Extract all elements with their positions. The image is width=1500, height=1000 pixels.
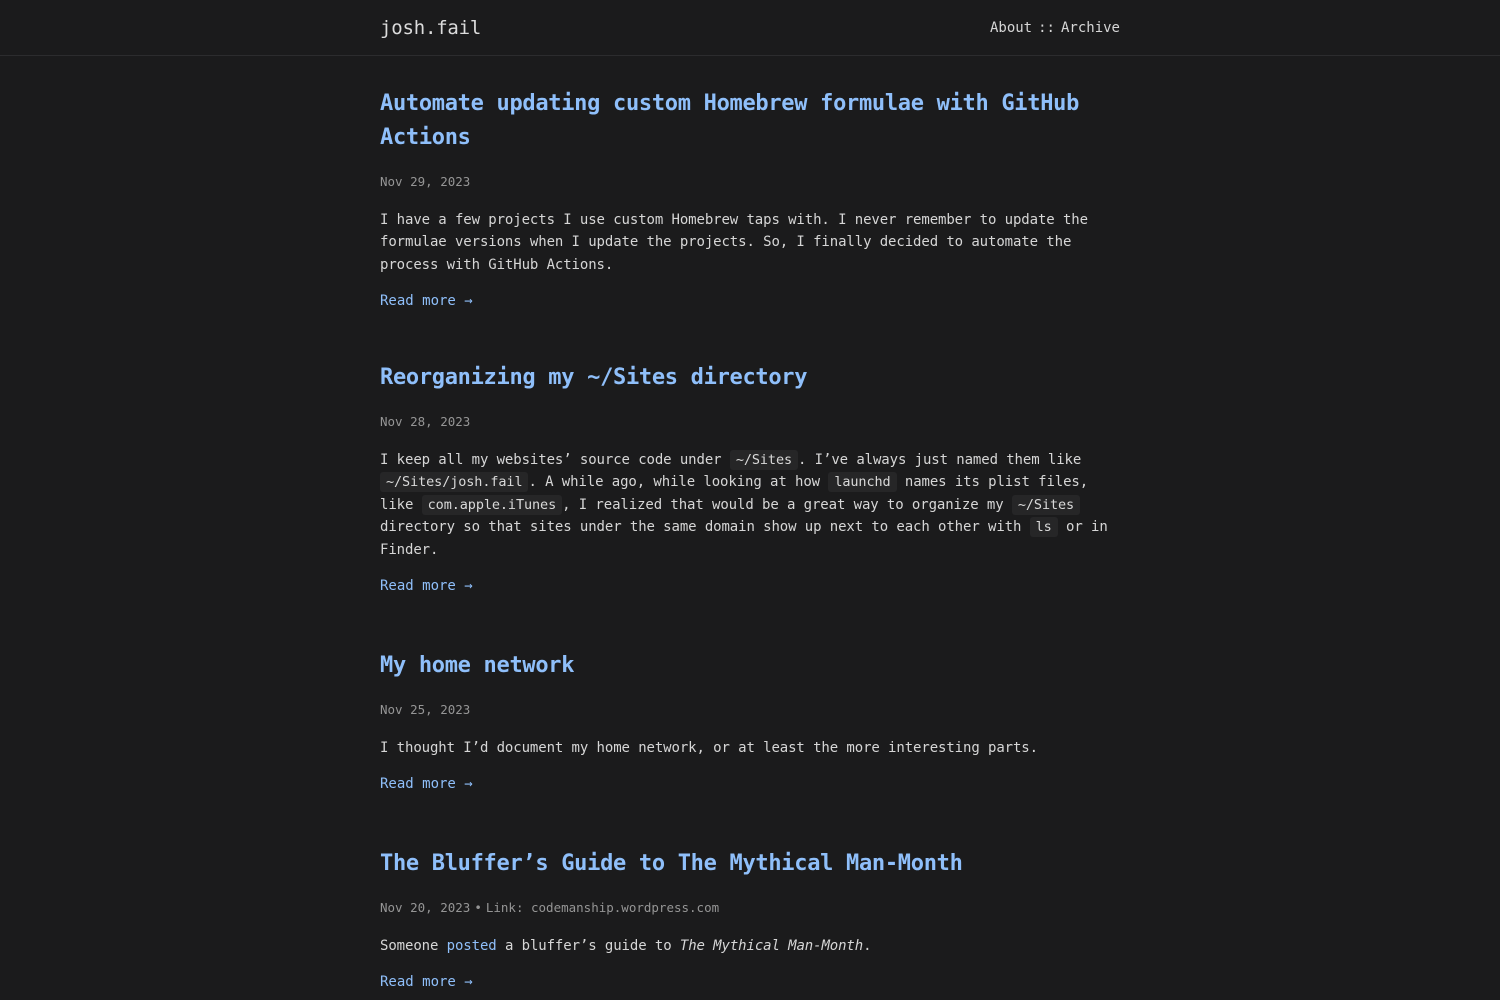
nav-about-link[interactable]: About [990,20,1032,36]
read-more-link[interactable]: Read more → [380,293,473,309]
inline-code: ~/Sites [1011,494,1081,515]
header-inner: josh.fail About:: Archive [380,0,1120,56]
post-title-link[interactable]: My home network [380,653,574,678]
nav-archive-link[interactable]: Archive [1061,20,1120,36]
post-list: Automate updating custom Homebrew formul… [380,56,1120,1000]
post-title-link[interactable]: Automate updating custom Homebrew formul… [380,91,1079,150]
post-meta: Nov 28, 2023 [380,414,1120,430]
post-title-link[interactable]: Reorganizing my ~/Sites directory [380,365,808,390]
nav-separator: :: [1038,20,1055,36]
read-more-link[interactable]: Read more → [380,578,473,594]
post-excerpt: I have a few projects I use custom Homeb… [380,212,1088,273]
inline-code: launchd [828,472,897,493]
post-date: Nov 29, 2023 [380,174,471,189]
excerpt-text: directory so that sites under the same d… [380,519,1030,536]
excerpt-text: Someone [380,938,447,954]
excerpt-text: . [863,938,872,954]
site-header: josh.fail About:: Archive [0,0,1500,56]
post-item: Automate updating custom Homebrew formul… [380,87,1120,361]
external-link[interactable]: Link: codemanship.wordpress.com [486,900,719,915]
post-title: The Bluffer’s Guide to The Mythical Man-… [380,847,1120,881]
inline-code: ~/Sites/josh.fail [380,472,529,493]
post-item: The Bluffer’s Guide to The Mythical Man-… [380,847,1120,1000]
post-date: Nov 28, 2023 [380,414,471,429]
excerpt-text: a bluffer’s guide to [496,938,680,954]
post-excerpt: I keep all my websites’ source code unde… [380,449,1120,561]
main-nav: About:: Archive [990,20,1120,36]
post-title: Reorganizing my ~/Sites directory [380,361,1120,395]
meta-bullet: • [474,900,482,915]
excerpt-text: , I realized that would be a great way t… [562,496,1012,513]
read-more-link[interactable]: Read more → [380,776,473,792]
site-title-link[interactable]: josh.fail [380,17,481,39]
post-title: Automate updating custom Homebrew formul… [380,87,1120,155]
post-title-link[interactable]: The Bluffer’s Guide to The Mythical Man-… [380,851,963,876]
post-excerpt: Someone posted a bluffer’s guide to The … [380,935,1120,957]
post-date: Nov 25, 2023 [380,702,471,717]
excerpt-text: I keep all my websites’ source code unde… [380,452,730,468]
inline-code: ~/Sites [729,450,799,470]
excerpt-text: . A while ago, while looking at how [528,474,829,491]
read-more-link[interactable]: Read more → [380,974,473,990]
post-title: My home network [380,649,1120,683]
post-item: My home network Nov 25, 2023 I thought I… [380,649,1120,847]
post-meta: Nov 29, 2023 [380,174,1120,190]
post-date: Nov 20, 2023 [380,900,471,915]
posted-link[interactable]: posted [447,938,497,954]
post-item: Reorganizing my ~/Sites directory Nov 28… [380,361,1120,649]
excerpt-text: . I’ve always just named them like [798,452,1082,468]
post-meta: Nov 25, 2023 [380,702,1120,718]
post-meta: Nov 20, 2023 • Link: codemanship.wordpress… [380,900,1120,916]
book-title: The Mythical Man-Month [679,938,864,954]
inline-code: com.apple.iTunes [421,494,563,515]
inline-code: ls [1029,517,1058,538]
post-excerpt: I thought I’d document my home network, … [380,740,1038,756]
